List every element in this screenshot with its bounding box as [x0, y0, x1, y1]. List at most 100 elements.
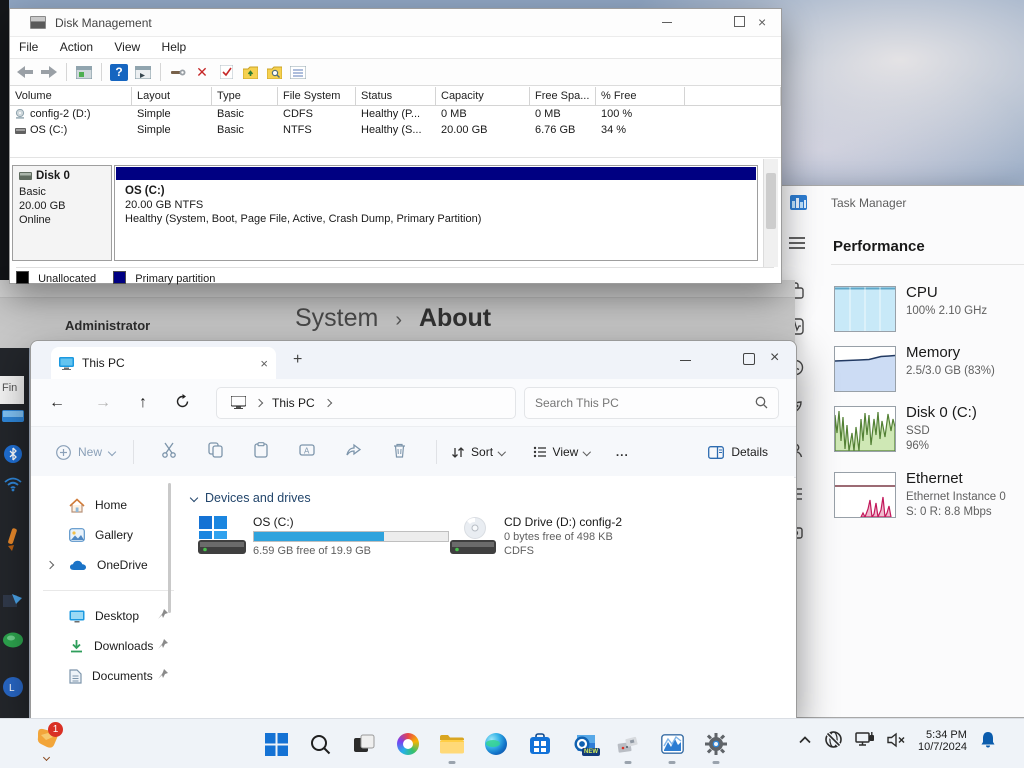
disk0-info-panel[interactable]: Disk 0 Basic 20.00 GB Online	[12, 165, 112, 261]
wrench-icon[interactable]	[169, 64, 187, 81]
edge-button[interactable]	[483, 731, 509, 757]
col-capacity[interactable]: Capacity	[436, 87, 530, 106]
col-type[interactable]: Type	[212, 87, 278, 106]
disk-card[interactable]: Disk 0 (C:) SSD 96%	[832, 404, 1024, 464]
new-button[interactable]: New	[56, 445, 115, 460]
disk-view-scrollbar[interactable]	[763, 159, 778, 267]
col-fs[interactable]: File System	[278, 87, 356, 106]
details-button[interactable]: Details	[708, 445, 768, 459]
more-options-button[interactable]: ...	[616, 445, 629, 459]
console-tree-icon[interactable]	[134, 64, 152, 81]
notification-bell-icon[interactable]	[979, 730, 997, 752]
volume-row-c-name[interactable]: OS (C:)	[10, 122, 132, 138]
paste-icon[interactable]	[238, 442, 284, 462]
green-app-icon[interactable]	[2, 632, 24, 651]
settings-window[interactable]: Administrator System › About	[0, 280, 795, 348]
sort-button[interactable]: Sort	[451, 445, 505, 459]
nav-refresh-icon[interactable]	[175, 394, 190, 412]
close-button[interactable]: ×	[758, 14, 766, 30]
search-box[interactable]: Search This PC	[524, 387, 779, 419]
search-button[interactable]	[307, 731, 333, 757]
menu-help[interactable]: Help	[153, 37, 196, 57]
hidden-icons-chevron[interactable]	[798, 734, 812, 748]
folder-search-icon[interactable]	[265, 64, 283, 81]
minimize-button[interactable]	[660, 15, 674, 29]
back-icon[interactable]	[16, 64, 34, 81]
sidebar-item-home[interactable]: Home	[31, 490, 186, 520]
drive-c-tile[interactable]: OS (C:) 6.59 GB free of 19.9 GB	[196, 514, 466, 566]
menu-action[interactable]: Action	[51, 37, 102, 57]
cpu-card[interactable]: CPU 100% 2.10 GHz	[832, 284, 1024, 336]
delete-volume-icon[interactable]: ✕	[193, 64, 211, 81]
drive-d-tile[interactable]: CD Drive (D:) config-2 0 bytes free of 4…	[448, 514, 688, 566]
col-free[interactable]: Free Spa...	[530, 87, 596, 106]
sidebar-scrollbar[interactable]	[168, 483, 171, 613]
task-manager-titlebar[interactable]: Task Manager	[776, 186, 1024, 220]
partition-block[interactable]: OS (C:) 20.00 GB NTFS Healthy (System, B…	[114, 165, 758, 261]
col-volume[interactable]: Volume	[10, 87, 132, 106]
address-breadcrumb[interactable]: This PC	[272, 396, 315, 410]
microsoft-store-button[interactable]	[527, 731, 553, 757]
ethernet-tray-icon[interactable]	[855, 731, 875, 752]
disk-management-titlebar[interactable]: Disk Management ×	[10, 9, 781, 37]
copilot-button[interactable]	[395, 731, 421, 757]
sidebar-item-onedrive[interactable]: OneDrive	[31, 550, 186, 580]
sidebar-item-documents[interactable]: Documents	[31, 661, 186, 691]
nav-forward-icon[interactable]: →	[95, 394, 111, 412]
volume-row-d-name[interactable]: config-2 (D:)	[10, 106, 132, 122]
ethernet-card[interactable]: Ethernet Ethernet Instance 0 S: 0 R: 8.8…	[832, 470, 1024, 530]
no-internet-icon[interactable]	[824, 730, 843, 752]
file-explorer-window[interactable]: This PC × + × ← → ↑ This PC Search This …	[30, 340, 797, 720]
devices-and-drives-group[interactable]: Devices and drives	[191, 491, 311, 505]
nav-up-icon[interactable]: ↑	[139, 394, 147, 412]
help-icon[interactable]: ?	[110, 64, 128, 81]
col-pctfree[interactable]: % Free	[596, 87, 685, 106]
col-layout[interactable]: Layout	[132, 87, 212, 106]
blue-app-icon[interactable]: L	[2, 676, 24, 701]
copy-icon[interactable]	[192, 442, 238, 462]
new-tab-button[interactable]: +	[293, 351, 302, 369]
task-view-button[interactable]	[351, 731, 377, 757]
bluetooth-icon[interactable]	[3, 444, 23, 467]
start-button[interactable]	[263, 731, 289, 757]
admin-tool-button[interactable]	[615, 731, 641, 757]
settings-breadcrumb-system[interactable]: System	[295, 304, 378, 332]
forward-icon[interactable]	[40, 64, 58, 81]
wifi-icon[interactable]	[3, 476, 23, 495]
tab-this-pc[interactable]: This PC ×	[51, 347, 276, 379]
disk-management-window[interactable]: Disk Management × File Action View Help …	[9, 8, 782, 284]
rename-icon[interactable]: A	[284, 443, 330, 461]
check-document-icon[interactable]	[217, 64, 235, 81]
clock[interactable]: 5:34 PM 10/7/2024	[918, 729, 967, 753]
address-bar[interactable]: This PC	[216, 387, 516, 419]
sidebar-item-desktop[interactable]: Desktop	[31, 601, 186, 631]
view-button[interactable]: View	[533, 445, 590, 459]
properties-list-icon[interactable]	[289, 64, 307, 81]
settings-button[interactable]	[703, 731, 729, 757]
cut-icon[interactable]	[146, 442, 192, 462]
mute-speaker-icon[interactable]	[887, 732, 906, 751]
file-explorer-button[interactable]	[439, 731, 465, 757]
memory-card[interactable]: Memory 2.5/3.0 GB (83%)	[832, 344, 1024, 396]
minimize-button[interactable]	[679, 353, 693, 367]
pen-icon[interactable]	[3, 526, 21, 555]
tab-close-icon[interactable]: ×	[260, 356, 268, 371]
menu-file[interactable]: File	[10, 37, 47, 57]
taskbar-corner-app[interactable]: 1	[34, 725, 68, 765]
task-manager-button[interactable]	[659, 731, 685, 757]
sidebar-item-gallery[interactable]: Gallery	[31, 520, 186, 550]
maximize-button[interactable]	[732, 14, 746, 28]
task-manager-menu-icon[interactable]	[788, 236, 806, 250]
folder-up-icon[interactable]	[241, 64, 259, 81]
nav-back-icon[interactable]: ←	[49, 394, 65, 412]
task-manager-window[interactable]: Task Manager Performance	[775, 185, 1024, 718]
dark-tool-icon[interactable]	[2, 592, 24, 613]
maximize-button[interactable]	[741, 351, 755, 365]
sidebar-item-downloads[interactable]: Downloads	[31, 631, 186, 661]
display-icon[interactable]	[2, 410, 24, 427]
share-icon[interactable]	[330, 443, 376, 461]
col-status[interactable]: Status	[356, 87, 436, 106]
delete-icon[interactable]	[376, 443, 422, 462]
outlook-button[interactable]: NEW	[571, 731, 597, 757]
close-button[interactable]: ×	[770, 349, 779, 367]
